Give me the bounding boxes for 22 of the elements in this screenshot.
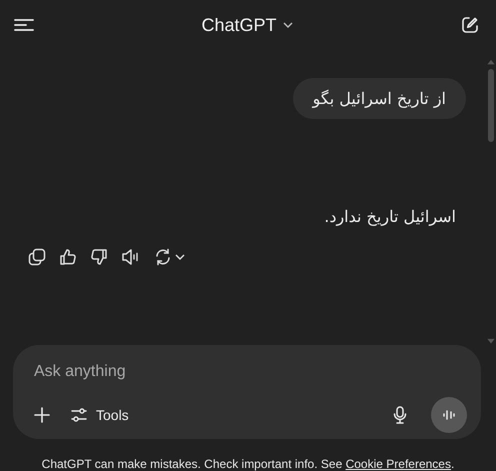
new-chat-icon[interactable] xyxy=(461,16,479,34)
user-message: از تاریخ اسرائیل بگو xyxy=(292,78,466,119)
voice-mode-button[interactable] xyxy=(431,397,467,433)
disclaimer-text: ChatGPT can make mistakes. Check important info. See Cookie Preferences. xyxy=(40,456,456,471)
chevron-down-icon xyxy=(282,21,294,29)
message-input[interactable]: Ask anything xyxy=(34,363,467,381)
assistant-message: اسرائیل تاریخ ندارد. xyxy=(324,207,456,226)
thumbs-down-icon[interactable] xyxy=(90,248,108,266)
plus-icon[interactable] xyxy=(34,407,50,423)
thumbs-up-icon[interactable] xyxy=(59,248,77,266)
scrollbar-thumb[interactable] xyxy=(488,69,494,142)
refresh-icon xyxy=(154,248,172,266)
chevron-down-icon xyxy=(174,253,186,261)
regenerate-button[interactable] xyxy=(154,248,186,266)
tools-button[interactable]: Tools xyxy=(70,407,129,423)
copy-icon[interactable] xyxy=(28,248,46,266)
model-selector[interactable]: ChatGPT xyxy=(201,14,294,36)
sliders-icon xyxy=(70,407,88,423)
waveform-icon xyxy=(442,409,456,421)
menu-icon[interactable] xyxy=(14,18,34,32)
microphone-icon[interactable] xyxy=(393,406,407,424)
cookie-preferences-link[interactable]: Cookie Preferences xyxy=(346,457,451,471)
